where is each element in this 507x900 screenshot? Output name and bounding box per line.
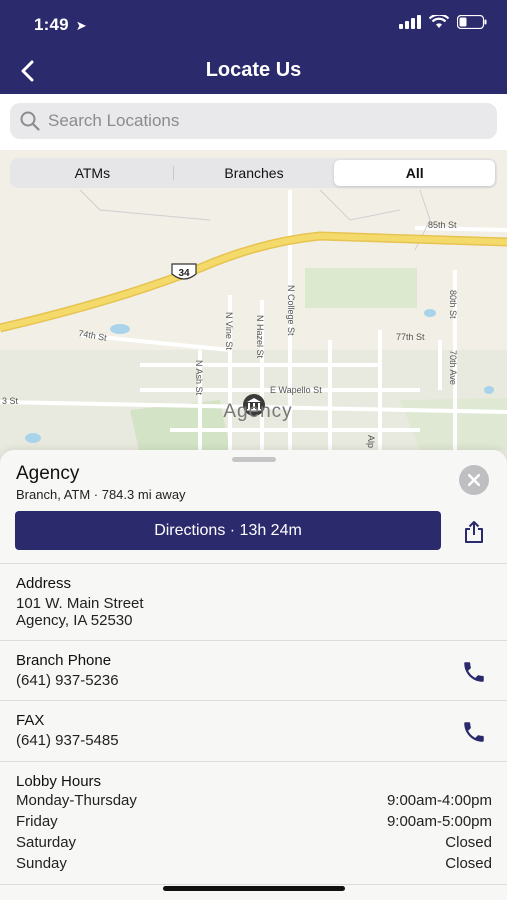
directions-button[interactable]: Directions · 13h 24m — [15, 511, 441, 550]
hours-time: Closed — [445, 834, 492, 851]
address-section: Address 101 W. Main Street Agency, IA 52… — [0, 563, 507, 641]
hours-day: Monday-Thursday — [16, 792, 137, 809]
sheet-grabber[interactable] — [232, 457, 276, 462]
address-line1: 101 W. Main Street — [16, 595, 144, 612]
location-name: Agency — [16, 463, 80, 484]
hours-day: Sunday — [16, 855, 67, 872]
status-time: 1:49 ➤ — [34, 15, 87, 35]
town-label: Agency — [223, 401, 292, 422]
road — [79, 189, 211, 221]
water — [424, 309, 436, 317]
fax-title: FAX — [16, 712, 45, 729]
map-view[interactable]: 34 85th St 74th St 77th St N College St … — [0, 150, 507, 470]
phone-icon[interactable] — [461, 719, 487, 745]
street-label: Alp — [366, 435, 376, 448]
filter-segmented-control: ATMs Branches All — [10, 158, 497, 188]
search-area — [0, 94, 507, 150]
street-label: E Wapello St — [270, 385, 322, 395]
page-title: Locate Us — [205, 59, 302, 81]
filter-all[interactable]: All — [334, 160, 496, 186]
hours-day: Friday — [16, 813, 58, 830]
status-icons — [399, 15, 487, 29]
address-line2: Agency, IA 52530 — [16, 612, 133, 629]
street-label: N Hazel St — [255, 315, 265, 359]
road — [319, 189, 401, 221]
share-icon — [465, 521, 483, 543]
filter-branches[interactable]: Branches — [174, 160, 335, 186]
water — [484, 386, 494, 394]
nav-bar: Locate Us — [0, 48, 507, 94]
hours-row: Sunday Closed — [16, 855, 492, 872]
street-label: N College St — [286, 285, 296, 336]
fax-number[interactable]: (641) 937-5485 — [16, 732, 119, 749]
street-label: 80th St — [448, 290, 458, 319]
home-indicator[interactable] — [163, 886, 345, 891]
hours-row: Friday 9:00am-5:00pm — [16, 813, 492, 830]
close-icon — [468, 474, 480, 486]
hours-time: 9:00am-5:00pm — [386, 813, 492, 830]
battery-icon — [457, 15, 487, 29]
search-icon — [20, 111, 40, 131]
hours-time: 9:00am-4:00pm — [386, 792, 492, 809]
branch-phone-title: Branch Phone — [16, 652, 112, 669]
location-detail-sheet: Agency Branch, ATM · 784.3 mi away Direc… — [0, 450, 507, 900]
branch-phone-number[interactable]: (641) 937-5236 — [16, 672, 119, 689]
street-label: 74th St — [78, 328, 108, 343]
fax-section[interactable]: FAX (641) 937-5485 — [0, 700, 507, 761]
branch-phone-section[interactable]: Branch Phone (641) 937-5236 — [0, 640, 507, 700]
hours-row: Saturday Closed — [16, 834, 492, 851]
map-canvas[interactable]: 34 85th St 74th St 77th St N College St … — [0, 150, 507, 470]
highway-label: 34 — [178, 268, 190, 279]
location-arrow-icon: ➤ — [75, 18, 87, 33]
hours-row: Monday-Thursday 9:00am-4:00pm — [16, 792, 492, 809]
status-bar: 1:49 ➤ — [0, 0, 507, 48]
street-label: 3 St — [2, 396, 19, 406]
close-button[interactable] — [459, 465, 489, 495]
street-label: 85th St — [428, 220, 457, 230]
search-input[interactable] — [48, 111, 468, 131]
lobby-hours-title: Lobby Hours — [16, 773, 102, 790]
status-time-text: 1:49 — [34, 15, 69, 34]
street-label: 70th Ave — [448, 350, 458, 385]
hours-day: Saturday — [16, 834, 77, 851]
street-label: N Ash St — [194, 360, 204, 396]
wifi-icon — [429, 15, 449, 28]
street-label: N Vine St — [224, 312, 234, 350]
filter-atms[interactable]: ATMs — [12, 160, 173, 186]
signal-icon — [399, 15, 421, 29]
address-title: Address — [16, 575, 72, 592]
phone-icon[interactable] — [461, 659, 487, 685]
park-area — [305, 268, 417, 308]
hours-time: Closed — [445, 855, 492, 872]
share-button[interactable] — [460, 518, 488, 546]
water — [25, 433, 41, 443]
street-label: 77th St — [396, 332, 425, 342]
location-meta: Branch, ATM · 784.3 mi away — [16, 487, 186, 502]
water — [110, 324, 130, 334]
lobby-hours-section: Lobby Hours Monday-Thursday 9:00am-4:00p… — [0, 761, 507, 886]
search-box[interactable] — [10, 103, 497, 139]
